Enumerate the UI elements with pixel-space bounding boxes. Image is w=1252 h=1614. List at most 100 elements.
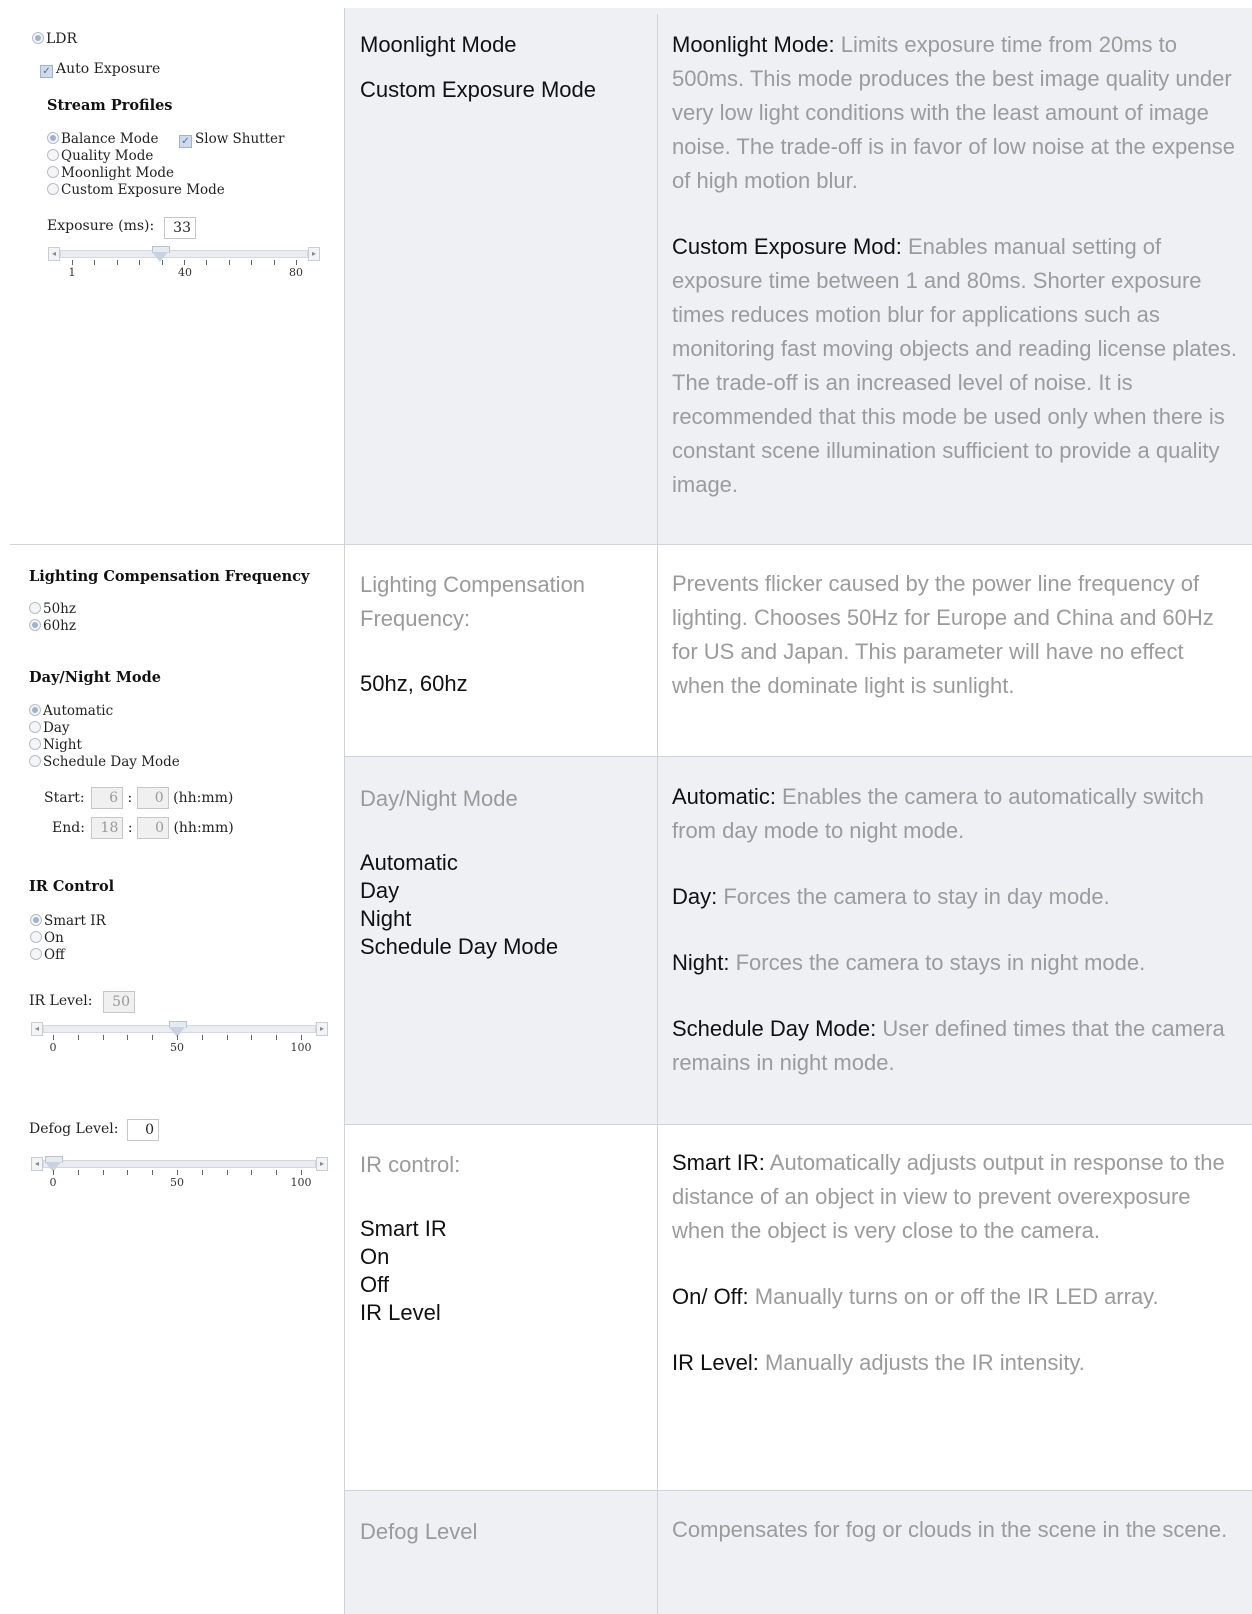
ir-level-slider[interactable]: ◂ ▸ 0 50 100 [31,1021,328,1061]
lcf-description: Prevents flicker caused by the power lin… [672,571,1214,698]
slider-tick [161,260,163,265]
start-minute-input[interactable]: 0 [136,787,169,809]
description-term: IR Level: [672,1350,759,1375]
slider-right-arrow-icon[interactable]: ▸ [308,247,320,261]
ir-on-option[interactable]: On [30,930,64,946]
lcf-heading: Lighting Compensation Frequency [29,568,310,585]
slider-tick [152,1170,154,1175]
slider-right-arrow-icon[interactable]: ▸ [316,1022,328,1036]
auto-exposure-checkbox[interactable]: ✓ Auto Exposure [40,61,160,78]
day-label: Day [43,720,70,736]
slider-left-arrow-icon[interactable]: ◂ [31,1157,43,1171]
end-minute-input[interactable]: 0 [137,817,169,839]
colon: : [127,790,133,806]
end-label: End: [52,820,85,836]
slider-tick [94,260,96,265]
ldr-label: LDR [46,31,78,47]
ir-off-option[interactable]: Off [30,947,65,963]
defog-level-slider[interactable]: ◂ ▸ 0 50 100 [31,1156,328,1196]
moonlight-mode-option[interactable]: Moonlight Mode [47,165,174,181]
tick-label: 100 [290,1176,312,1189]
daynight-value: Schedule Day Mode [360,934,559,959]
ir-title: IR control: [360,1152,461,1177]
balance-mode-option[interactable]: Balance Mode [47,131,158,147]
night-label: Night [43,737,82,753]
divider [345,756,1252,757]
slider-tick [152,1035,154,1040]
slider-tick [276,1170,278,1175]
checkmark-icon: ✓ [179,135,192,148]
ir-level-input[interactable]: 50 [103,991,135,1013]
colon: : [127,820,133,836]
slider-tick [301,1035,302,1040]
slider-tick [226,1170,228,1175]
stream-profiles-heading: Stream Profiles [47,97,173,114]
radio-icon [30,948,42,960]
slider-left-arrow-icon[interactable]: ◂ [31,1022,43,1036]
tick-label: 50 [170,1041,184,1054]
custom-exposure-mode-option[interactable]: Custom Exposure Mode [47,182,225,198]
radio-icon [29,738,41,750]
ir-value: Smart IR [360,1216,447,1241]
night-option[interactable]: Night [29,737,82,753]
end-hour-input[interactable]: 18 [91,817,124,839]
slider-tick [184,260,185,265]
slider-tick [276,1035,278,1040]
tick-label: 100 [290,1041,312,1054]
ir-value: Off [360,1272,389,1297]
slider-tick [72,260,73,265]
schedule-day-mode-option[interactable]: Schedule Day Mode [29,754,180,770]
slow-shutter-checkbox[interactable]: ✓ Slow Shutter [179,131,284,148]
defog-title: Defog Level [360,1519,478,1544]
lcf-title: Lighting Compensation Frequency: [360,572,586,631]
slider-tick [251,1035,253,1040]
daynight-values: Automatic Day Night Schedule Day Mode [360,849,558,961]
ir-values: Smart IR On Off IR Level [360,1215,447,1327]
radio-icon [29,602,41,614]
exposure-slider[interactable]: ◂ ▸ 1 40 80 [48,246,320,286]
ir-value: On [360,1244,390,1269]
day-option[interactable]: Day [29,720,70,736]
slider-left-arrow-icon[interactable]: ◂ [48,247,60,261]
description-text: Forces the camera to stay in day mode. [717,884,1110,909]
description-term: On/ Off: [672,1284,749,1309]
divider [10,544,1252,545]
divider [345,1124,1252,1125]
hz60-option[interactable]: 60hz [29,618,76,634]
slider-tick [116,260,118,265]
divider [657,14,658,1614]
slider-tick [102,1035,104,1040]
balance-mode-label: Balance Mode [61,131,159,147]
radio-icon [47,149,59,161]
radio-icon [47,183,59,195]
schedule-day-mode-label: Schedule Day Mode [43,754,180,770]
hhmm-hint: (hh:mm) [173,790,234,806]
moonlight-mode-term: Moonlight Mode [360,32,517,57]
automatic-option[interactable]: Automatic [29,703,113,719]
hz50-option[interactable]: 50hz [29,601,76,617]
defog-description: Compensates for fog or clouds in the sce… [672,1517,1228,1542]
ir-on-label: On [44,930,64,946]
slider-right-arrow-icon[interactable]: ▸ [316,1157,328,1171]
description-term: Night: [672,950,730,975]
panel-bg-row5 [345,1490,1252,1614]
quality-mode-option[interactable]: Quality Mode [47,148,153,164]
radio-icon [32,32,44,44]
slider-tick [301,1170,302,1175]
smart-ir-option[interactable]: Smart IR [30,913,106,929]
hz60-label: 60hz [43,618,76,634]
ldr-option[interactable]: LDR [32,31,77,47]
divider [344,8,345,1614]
tick-label: 0 [49,1041,57,1054]
exposure-input[interactable]: 33 [164,217,196,239]
radio-icon [29,704,41,716]
end-time-row: End: 18 : 0 (hh:mm) [52,817,234,839]
radio-icon [29,619,41,631]
start-hour-input[interactable]: 6 [91,787,124,809]
ir-description: Smart IR: Automatically adjusts output i… [672,1146,1242,1412]
slider-tick [53,1035,54,1040]
daynight-description: Automatic: Enables the camera to automat… [672,780,1242,1112]
defog-level-input[interactable]: 0 [127,1119,159,1141]
daynight-title: Day/Night Mode [360,786,518,811]
description-term: Moonlight Mode: [672,32,835,57]
